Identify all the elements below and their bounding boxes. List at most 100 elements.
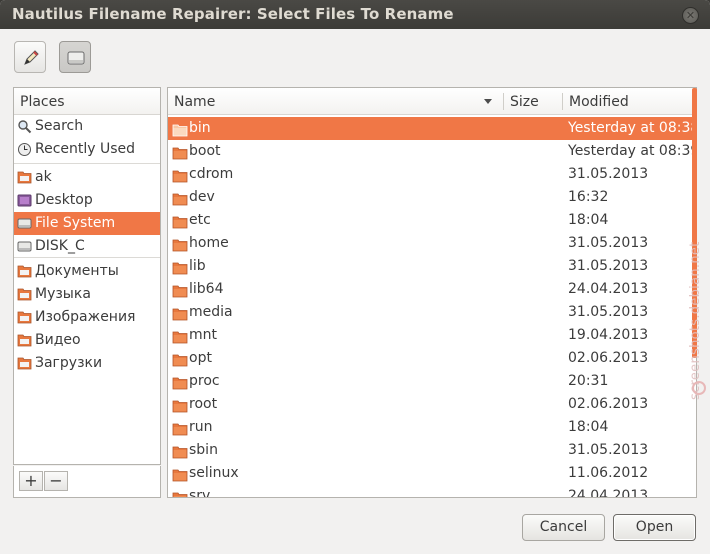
file-row[interactable]: srv 24.04.2013 <box>168 485 696 498</box>
music-folder-icon <box>17 287 32 302</box>
videos-folder-icon <box>17 333 32 348</box>
remove-bookmark-button[interactable]: − <box>44 471 68 491</box>
cancel-button[interactable]: Cancel <box>522 514 605 541</box>
place-label: Search <box>35 118 84 134</box>
place-item[interactable]: Search <box>14 115 160 138</box>
place-item[interactable]: DISK_C <box>14 235 160 258</box>
places-sidebar: Places Search Recently Used ak Desktop File … <box>13 87 161 465</box>
file-row[interactable]: proc 20:31 <box>168 370 696 393</box>
home-folder-icon <box>17 170 32 185</box>
column-size-label: Size <box>510 94 539 110</box>
file-row[interactable]: sbin 31.05.2013 <box>168 439 696 462</box>
pictures-folder-icon <box>17 310 32 325</box>
open-button[interactable]: Open <box>613 514 696 541</box>
file-name: run <box>189 419 213 435</box>
place-label: Desktop <box>35 192 93 208</box>
file-modified: 20:31 <box>568 373 609 389</box>
file-modified: 16:32 <box>568 189 609 205</box>
place-label: Загрузки <box>35 355 103 371</box>
title-bar[interactable]: Nautilus Filename Repairer: Select Files… <box>0 0 710 29</box>
places-header: Places <box>14 88 160 115</box>
clock-icon <box>17 142 32 157</box>
file-name: lib64 <box>189 281 224 297</box>
desktop-icon <box>17 193 32 208</box>
file-row[interactable]: root 02.06.2013 <box>168 393 696 416</box>
file-modified: 24.04.2013 <box>568 488 649 498</box>
file-row[interactable]: cdrom 31.05.2013 <box>168 163 696 186</box>
place-item[interactable]: File System <box>14 212 160 235</box>
file-modified: 31.05.2013 <box>568 166 649 182</box>
file-modified: 18:04 <box>568 419 609 435</box>
path-bar-drive-button[interactable] <box>59 41 91 73</box>
place-item[interactable]: Видео <box>14 329 160 352</box>
pencil-icon <box>24 50 39 65</box>
file-modified: 18:04 <box>568 212 609 228</box>
place-label: Изображения <box>35 309 136 325</box>
file-name: etc <box>189 212 211 228</box>
file-modified: Yesterday at 08:38 <box>568 120 697 136</box>
file-modified: 02.06.2013 <box>568 350 649 366</box>
close-icon: ✕ <box>685 9 696 22</box>
file-row[interactable]: media 31.05.2013 <box>168 301 696 324</box>
file-row[interactable]: etc 18:04 <box>168 209 696 232</box>
documents-folder-icon <box>17 264 32 279</box>
sort-down-icon <box>484 99 492 104</box>
file-modified: 31.05.2013 <box>568 258 649 274</box>
place-label: Документы <box>35 263 119 279</box>
file-modified: 24.04.2013 <box>568 281 649 297</box>
places-buttons: + − <box>13 466 161 498</box>
file-modified: 19.04.2013 <box>568 327 649 343</box>
column-modified-label: Modified <box>569 94 629 110</box>
column-name-label: Name <box>174 94 216 110</box>
file-list-header: Name Size Modified <box>168 88 696 115</box>
places-separator <box>14 257 160 258</box>
column-size[interactable]: Size <box>504 88 562 115</box>
file-row[interactable]: lib64 24.04.2013 <box>168 278 696 301</box>
place-item[interactable]: ak <box>14 166 160 189</box>
add-bookmark-button[interactable]: + <box>19 471 43 491</box>
file-name: lib <box>189 258 206 274</box>
place-item[interactable]: Музыка <box>14 283 160 306</box>
file-name: boot <box>189 143 221 159</box>
file-row[interactable]: bin Yesterday at 08:38 <box>168 117 696 140</box>
file-name: proc <box>189 373 220 389</box>
file-modified: 31.05.2013 <box>568 304 649 320</box>
file-name: sbin <box>189 442 218 458</box>
file-row[interactable]: boot Yesterday at 08:39 <box>168 140 696 163</box>
file-row[interactable]: run 18:04 <box>168 416 696 439</box>
place-label: File System <box>35 215 116 231</box>
file-row[interactable]: opt 02.06.2013 <box>168 347 696 370</box>
file-name: opt <box>189 350 212 366</box>
file-row[interactable]: dev 16:32 <box>168 186 696 209</box>
file-name: bin <box>189 120 211 136</box>
file-name: srv <box>189 488 211 498</box>
place-item[interactable]: Изображения <box>14 306 160 329</box>
edit-location-button[interactable] <box>14 41 46 73</box>
place-label: ak <box>35 169 52 185</box>
file-name: cdrom <box>189 166 234 182</box>
file-modified: Yesterday at 08:39 <box>568 143 697 159</box>
file-name: home <box>189 235 229 251</box>
watermark-logo-icon <box>692 381 706 395</box>
place-item[interactable]: Recently Used <box>14 138 160 161</box>
file-modified: 31.05.2013 <box>568 235 649 251</box>
file-row[interactable]: home 31.05.2013 <box>168 232 696 255</box>
file-row[interactable]: lib 31.05.2013 <box>168 255 696 278</box>
file-name: mnt <box>189 327 217 343</box>
file-row[interactable]: selinux 11.06.2012 <box>168 462 696 485</box>
watermark: screenshots.debian.net <box>688 241 703 400</box>
place-item[interactable]: Desktop <box>14 189 160 212</box>
file-name: dev <box>189 189 215 205</box>
column-name[interactable]: Name <box>168 88 503 115</box>
file-name: selinux <box>189 465 239 481</box>
column-modified[interactable]: Modified <box>563 88 696 115</box>
place-item[interactable]: Документы <box>14 260 160 283</box>
place-label: Музыка <box>35 286 91 302</box>
file-list: Name Size Modified bin Yesterday at 08:38… <box>167 87 697 498</box>
places-separator <box>14 163 160 164</box>
file-modified: 31.05.2013 <box>568 442 649 458</box>
place-item[interactable]: Загрузки <box>14 352 160 375</box>
close-button[interactable]: ✕ <box>682 7 699 24</box>
window-title: Nautilus Filename Repairer: Select Files… <box>12 5 454 23</box>
file-row[interactable]: mnt 19.04.2013 <box>168 324 696 347</box>
